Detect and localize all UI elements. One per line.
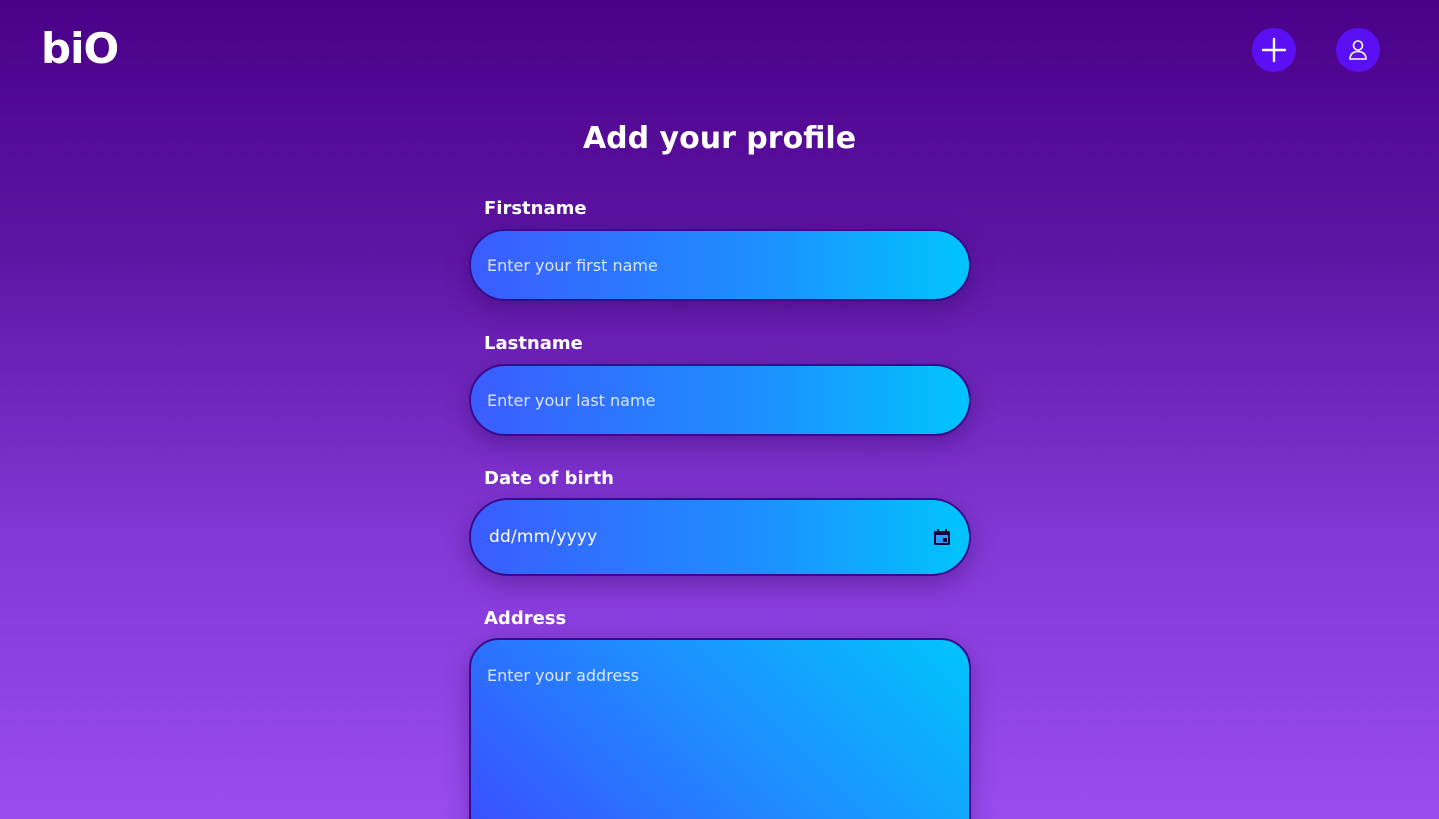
profile-button[interactable] bbox=[1336, 28, 1380, 72]
address-label: Address bbox=[484, 608, 567, 629]
logo[interactable]: biO bbox=[41, 26, 119, 72]
dob-label: Date of birth bbox=[484, 468, 614, 489]
lastname-label: Lastname bbox=[484, 333, 583, 354]
calendar-icon[interactable] bbox=[933, 528, 951, 546]
page-title: Add your profile bbox=[582, 121, 857, 156]
address-textarea[interactable] bbox=[469, 638, 971, 819]
lastname-input[interactable] bbox=[469, 364, 971, 436]
user-icon bbox=[1349, 40, 1367, 60]
plus-icon bbox=[1261, 37, 1287, 63]
firstname-label: Firstname bbox=[484, 198, 587, 219]
add-button[interactable] bbox=[1252, 28, 1296, 72]
top-bar: biO bbox=[0, 0, 1439, 100]
dob-placeholder: dd/mm/yyyy bbox=[489, 527, 598, 547]
firstname-input[interactable] bbox=[469, 229, 971, 301]
dob-input[interactable]: dd/mm/yyyy bbox=[469, 498, 971, 576]
